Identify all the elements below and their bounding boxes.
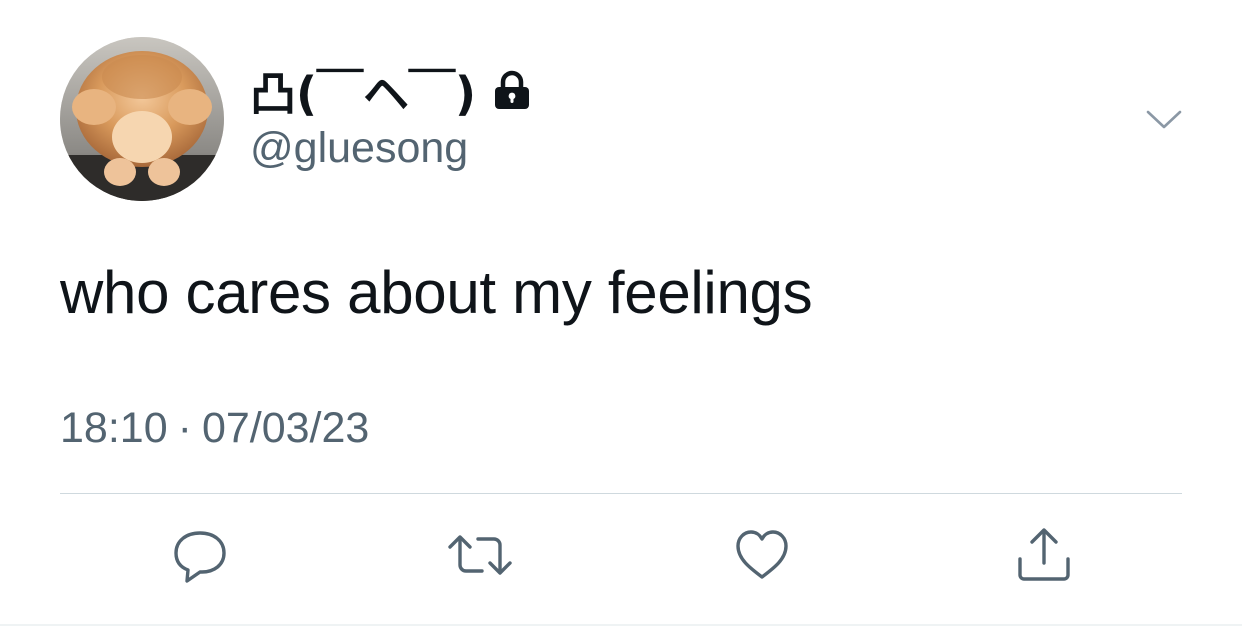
chevron-down-icon[interactable] xyxy=(1144,104,1184,134)
user-handle[interactable]: @gluesong xyxy=(250,124,468,173)
reply-button[interactable] xyxy=(168,525,232,589)
divider xyxy=(60,493,1182,494)
display-name-text: 凸(￣ヘ￣) xyxy=(250,67,477,121)
share-icon xyxy=(1014,525,1074,590)
tweet-timestamp[interactable]: 18:10 · 07/03/23 xyxy=(60,404,369,453)
reply-icon xyxy=(170,525,230,590)
share-button[interactable] xyxy=(1012,525,1076,589)
tweet-time: 18:10 xyxy=(60,404,168,452)
avatar[interactable] xyxy=(60,37,224,201)
display-name[interactable]: 凸(￣ヘ￣) xyxy=(250,64,534,121)
meta-separator: · xyxy=(177,404,192,452)
lock-icon xyxy=(490,69,534,113)
like-button[interactable] xyxy=(730,525,794,589)
avatar-kitten-image xyxy=(60,37,224,201)
heart-icon xyxy=(732,525,792,590)
retweet-button[interactable] xyxy=(448,525,512,589)
tweet-text: who cares about my feelings xyxy=(60,259,813,326)
action-bar xyxy=(0,525,1242,595)
retweet-icon xyxy=(446,525,514,590)
tweet-date: 07/03/23 xyxy=(201,404,370,452)
tweet-card: 凸(￣ヘ￣) @gluesong who cares about my feel… xyxy=(0,0,1242,626)
